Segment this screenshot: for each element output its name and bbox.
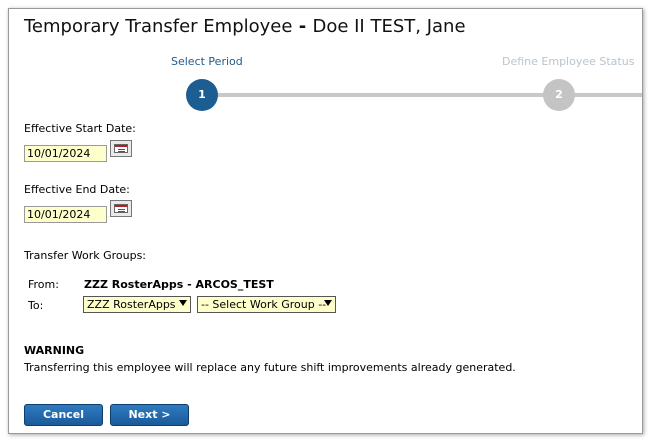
start-date-calendar-button[interactable] bbox=[110, 140, 132, 157]
page-title: Temporary Transfer Employee - Doe II TES… bbox=[24, 16, 466, 37]
warning-title: WARNING bbox=[24, 344, 85, 357]
wizard-track-end bbox=[569, 93, 642, 97]
to-company-select[interactable]: ZZZ RosterApps bbox=[83, 296, 191, 313]
calendar-icon bbox=[114, 144, 128, 153]
to-label: To: bbox=[28, 299, 44, 312]
next-button[interactable]: Next > bbox=[110, 404, 189, 426]
end-date-calendar-button[interactable] bbox=[110, 200, 132, 217]
start-date-input[interactable]: 10/01/2024 bbox=[24, 145, 107, 162]
chevron-down-icon bbox=[324, 300, 332, 306]
wizard-track bbox=[209, 93, 559, 97]
title-separator: - bbox=[292, 16, 313, 37]
cancel-button[interactable]: Cancel bbox=[24, 404, 103, 426]
end-date-label: Effective End Date: bbox=[24, 183, 130, 196]
from-value: ZZZ RosterApps - ARCOS_TEST bbox=[84, 278, 274, 291]
step-2-indicator: 2 bbox=[543, 79, 575, 111]
dialog-window: Temporary Transfer Employee - Doe II TES… bbox=[8, 8, 643, 434]
from-label: From: bbox=[28, 278, 59, 291]
to-company-value: ZZZ RosterApps bbox=[87, 298, 176, 311]
start-date-label: Effective Start Date: bbox=[24, 122, 136, 135]
step-2-label: Define Employee Status bbox=[502, 55, 635, 68]
transfer-groups-label: Transfer Work Groups: bbox=[24, 249, 147, 262]
title-prefix: Temporary Transfer Employee bbox=[24, 16, 293, 37]
step-1-indicator: 1 bbox=[186, 79, 218, 111]
step-1-label: Select Period bbox=[171, 55, 243, 68]
chevron-down-icon bbox=[179, 300, 187, 306]
to-workgroup-value: -- Select Work Group -- bbox=[201, 298, 327, 311]
end-date-input[interactable]: 10/01/2024 bbox=[24, 206, 107, 223]
calendar-icon bbox=[114, 204, 128, 213]
warning-text: Transferring this employee will replace … bbox=[24, 361, 516, 374]
employee-name: Doe II TEST, Jane bbox=[312, 16, 466, 37]
to-workgroup-select[interactable]: -- Select Work Group -- bbox=[197, 296, 336, 313]
